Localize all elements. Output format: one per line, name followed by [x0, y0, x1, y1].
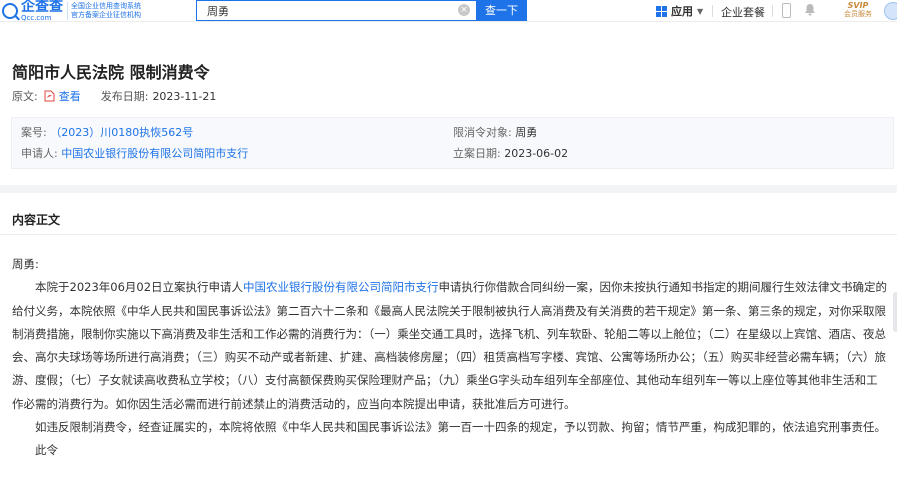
- view-original-link[interactable]: 查看: [59, 88, 81, 104]
- divider: [712, 5, 713, 17]
- search-input[interactable]: 周勇: [196, 0, 476, 21]
- section-separator: [0, 185, 897, 193]
- grid-icon: [656, 5, 667, 17]
- logo-text: 企查查 Qcc.com: [21, 0, 63, 22]
- original-label: 原文:: [12, 90, 38, 103]
- side-float-tab[interactable]: [893, 292, 897, 332]
- restricted-person-row: 限消令对象: 周勇: [453, 124, 537, 140]
- logo-cn: 企查查: [21, 0, 63, 15]
- case-info-box: 案号: （2023）川0180执恢562号 限消令对象: 周勇 申请人: 中国农…: [11, 117, 894, 169]
- logo-en: Qcc.com: [21, 14, 52, 22]
- member-service-label: 会员服务: [844, 10, 872, 18]
- document-meta: 原文: 查看 发布日期: 2023-11-21: [12, 88, 216, 104]
- logo-subtitle: 全国企业信用查询系统 官方备案企业征信机构: [67, 2, 141, 20]
- restricted-person-label: 限消令对象:: [453, 126, 512, 139]
- divider: [0, 234, 897, 235]
- publish-date-label: 发布日期:: [100, 90, 149, 103]
- enterprise-package-link[interactable]: 企业套餐: [721, 4, 765, 20]
- divider: [772, 5, 773, 17]
- publish-date: 2023-11-21: [152, 89, 217, 103]
- applicant-row: 申请人: 中国农业银行股份有限公司简阳市支行: [21, 145, 248, 161]
- paragraph-1-start: 本院于2023年06月02日立案执行申请人: [35, 280, 244, 295]
- apps-label: 应用: [671, 5, 693, 18]
- bell-icon[interactable]: [804, 3, 816, 16]
- content-section-title: 内容正文: [12, 213, 61, 227]
- logo[interactable]: 企查查 Qcc.com 全国企业信用查询系统 官方备案企业征信机构: [0, 0, 141, 22]
- paragraph-1-rest: 申请执行你借款合同纠纷一案，因你未按执行通知书指定的期间履行生效法律文书确定的给…: [12, 280, 888, 411]
- pdf-icon: [44, 90, 55, 102]
- filing-date-row: 立案日期: 2023-06-02: [453, 145, 568, 161]
- filing-date-label: 立案日期:: [453, 147, 501, 160]
- logo-subtitle-line-2: 官方备案企业征信机构: [71, 11, 141, 19]
- applicant-link[interactable]: 中国农业银行股份有限公司简阳市支行: [61, 147, 248, 160]
- phone-icon[interactable]: [782, 3, 791, 18]
- applicant-label: 申请人:: [21, 147, 58, 160]
- clear-icon[interactable]: ×: [458, 4, 470, 16]
- case-number-link[interactable]: （2023）川0180执恢562号: [50, 126, 193, 139]
- body-paragraph-2: 如违反限制消费令，经查证属实的，本院将依照《中华人民共和国民事诉讼法》第一百一十…: [35, 420, 886, 435]
- body-paragraph-3: 此令: [35, 443, 58, 458]
- logo-search-icon: [2, 3, 18, 19]
- svip-member-service[interactable]: SVIP 会员服务: [840, 1, 876, 21]
- apps-menu[interactable]: 应用 ▼: [656, 3, 703, 19]
- search-input-value: 周勇: [207, 4, 229, 18]
- avatar[interactable]: [884, 2, 897, 20]
- svip-label: SVIP: [847, 1, 869, 10]
- case-number-label: 案号:: [21, 126, 47, 139]
- restricted-person: 周勇: [515, 126, 538, 139]
- body-paragraph-1: 本院于2023年06月02日立案执行申请人中国农业银行股份有限公司简阳市支行申请…: [12, 276, 888, 416]
- case-number-row: 案号: （2023）川0180执恢562号: [21, 124, 193, 140]
- search-button[interactable]: 查一下: [476, 0, 527, 21]
- salutation: 周勇:: [12, 257, 39, 271]
- logo-subtitle-line-1: 全国企业信用查询系统: [71, 2, 141, 10]
- top-bar: 企查查 Qcc.com 全国企业信用查询系统 官方备案企业征信机构 周勇 × 查…: [0, 0, 897, 22]
- document-body: 周勇: 本院于2023年06月02日立案执行申请人中国农业银行股份有限公司简阳市…: [12, 253, 888, 463]
- chevron-down-icon: ▼: [697, 6, 704, 16]
- applicant-body-link[interactable]: 中国农业银行股份有限公司简阳市支行: [243, 280, 439, 294]
- page-title: 简阳市人民法院 限制消费令: [12, 63, 210, 82]
- filing-date: 2023-06-02: [504, 147, 569, 160]
